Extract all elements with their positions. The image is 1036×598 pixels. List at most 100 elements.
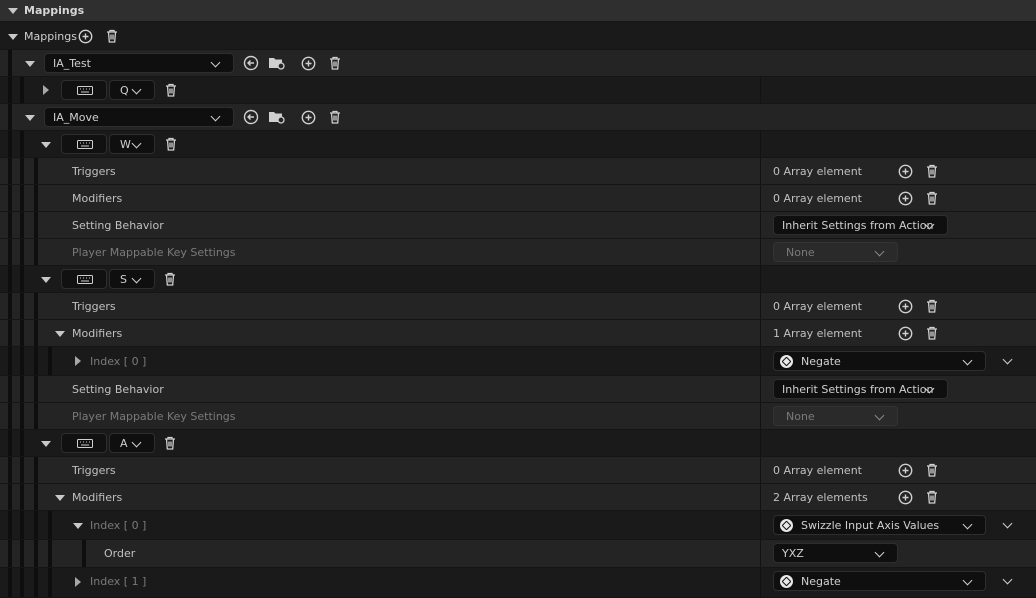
chevron-down-icon <box>874 410 885 421</box>
add-element-icon[interactable] <box>898 164 913 179</box>
add-element-icon[interactable] <box>78 29 93 44</box>
key-mapping-row: A <box>0 430 1036 457</box>
keyboard-button[interactable] <box>61 134 107 154</box>
property-label: Player Mappable Key Settings <box>72 246 236 259</box>
chevron-down-icon[interactable] <box>1002 574 1013 585</box>
expand-arrow-icon[interactable] <box>43 85 49 95</box>
property-label: Setting Behavior <box>72 383 164 396</box>
modifier-select[interactable]: Negate <box>773 571 986 591</box>
chevron-down-icon <box>962 355 973 366</box>
property-row: Modifiers 2 Array elements <box>0 484 1036 511</box>
delete-icon[interactable] <box>925 191 939 206</box>
chevron-down-icon <box>210 111 221 122</box>
key-mapping-row: S <box>0 266 1036 293</box>
property-value: 0 Array element <box>773 165 862 178</box>
browse-icon[interactable] <box>268 109 286 125</box>
collapse-arrow-icon[interactable] <box>55 495 65 501</box>
collapse-arrow-icon[interactable] <box>41 142 51 148</box>
chevron-down-icon <box>131 84 142 95</box>
delete-all-icon[interactable] <box>105 29 119 44</box>
index-label: Index [ 0 ] <box>90 355 147 368</box>
property-label: Order <box>104 547 136 560</box>
setting-behavior-select[interactable]: Inherit Settings from Action <box>773 379 948 399</box>
add-element-icon[interactable] <box>301 110 316 125</box>
add-element-icon[interactable] <box>898 463 913 478</box>
delete-icon[interactable] <box>163 436 177 451</box>
property-value: 0 Array element <box>773 300 862 313</box>
collapse-arrow-icon[interactable] <box>8 34 18 40</box>
collapse-arrow-icon[interactable] <box>41 277 51 283</box>
key-mapping-row: W <box>0 131 1036 158</box>
keyboard-button[interactable] <box>61 433 107 453</box>
action-select[interactable]: IA_Test <box>44 53 234 73</box>
unreal-asset-icon <box>780 519 793 532</box>
key-select[interactable]: A <box>109 433 155 453</box>
property-label: Modifiers <box>72 491 123 504</box>
keyboard-icon <box>77 140 93 149</box>
chevron-down-icon[interactable] <box>1002 518 1013 529</box>
delete-icon[interactable] <box>925 299 939 314</box>
key-select[interactable]: W <box>109 134 155 154</box>
property-row: Player Mappable Key Settings None <box>0 239 1036 266</box>
property-row: Triggers 0 Array element <box>0 293 1036 320</box>
collapse-arrow-icon[interactable] <box>25 115 35 121</box>
setting-behavior-select[interactable]: Inherit Settings from Action <box>773 215 948 235</box>
index-label: Index [ 1 ] <box>90 575 147 588</box>
chevron-down-icon <box>131 437 142 448</box>
delete-icon[interactable] <box>925 490 939 505</box>
modifier-select[interactable]: Swizzle Input Axis Values <box>773 515 986 535</box>
modifier-select[interactable]: Negate <box>773 351 986 371</box>
delete-icon[interactable] <box>925 164 939 179</box>
index-label: Index [ 0 ] <box>90 519 147 532</box>
delete-icon[interactable] <box>925 463 939 478</box>
chevron-down-icon <box>962 575 973 586</box>
collapse-arrow-icon[interactable] <box>8 8 18 14</box>
array-index-row: Index [ 0 ] Swizzle Input Axis Values <box>0 511 1036 540</box>
delete-icon[interactable] <box>328 56 342 71</box>
property-label: Setting Behavior <box>72 219 164 232</box>
collapse-arrow-icon[interactable] <box>41 441 51 447</box>
use-selected-icon[interactable] <box>243 109 259 125</box>
keyboard-button[interactable] <box>61 80 107 100</box>
chevron-down-icon <box>131 138 142 149</box>
property-row: Setting Behavior Inherit Settings from A… <box>0 376 1036 403</box>
action-select[interactable]: IA_Move <box>44 107 234 127</box>
delete-icon[interactable] <box>163 272 177 287</box>
add-element-icon[interactable] <box>898 191 913 206</box>
array-index-row: Index [ 0 ] Negate <box>0 347 1036 376</box>
keyboard-icon <box>77 275 93 284</box>
section-header[interactable]: Mappings <box>0 0 1036 22</box>
expand-arrow-icon[interactable] <box>75 356 81 366</box>
collapse-arrow-icon[interactable] <box>73 523 83 529</box>
order-select[interactable]: YXZ <box>773 543 898 563</box>
property-value: 2 Array elements <box>773 491 868 504</box>
add-element-icon[interactable] <box>898 299 913 314</box>
delete-icon[interactable] <box>164 137 178 152</box>
property-label: Player Mappable Key Settings <box>72 410 236 423</box>
delete-icon[interactable] <box>328 110 342 125</box>
property-row: Modifiers 1 Array element <box>0 320 1036 347</box>
property-label: Modifiers <box>72 192 123 205</box>
chevron-down-icon <box>962 519 973 530</box>
use-selected-icon[interactable] <box>243 55 259 71</box>
expand-arrow-icon[interactable] <box>75 577 81 587</box>
delete-icon[interactable] <box>925 326 939 341</box>
chevron-down-icon[interactable] <box>1002 354 1013 365</box>
unreal-asset-icon <box>780 355 793 368</box>
keyboard-button[interactable] <box>61 269 107 289</box>
browse-icon[interactable] <box>268 55 286 71</box>
delete-icon[interactable] <box>164 83 178 98</box>
property-row: Order YXZ <box>0 540 1036 568</box>
mappings-label: Mappings <box>24 30 77 43</box>
property-value: 0 Array element <box>773 192 862 205</box>
add-element-icon[interactable] <box>898 490 913 505</box>
collapse-arrow-icon[interactable] <box>25 61 35 67</box>
key-mapping-row: Q <box>0 77 1036 104</box>
chevron-down-icon <box>874 547 885 558</box>
add-element-icon[interactable] <box>898 326 913 341</box>
collapse-arrow-icon[interactable] <box>55 331 65 337</box>
add-element-icon[interactable] <box>301 56 316 71</box>
key-select[interactable]: Q <box>109 80 155 100</box>
property-row: Player Mappable Key Settings None <box>0 403 1036 430</box>
key-select[interactable]: S <box>109 269 155 289</box>
